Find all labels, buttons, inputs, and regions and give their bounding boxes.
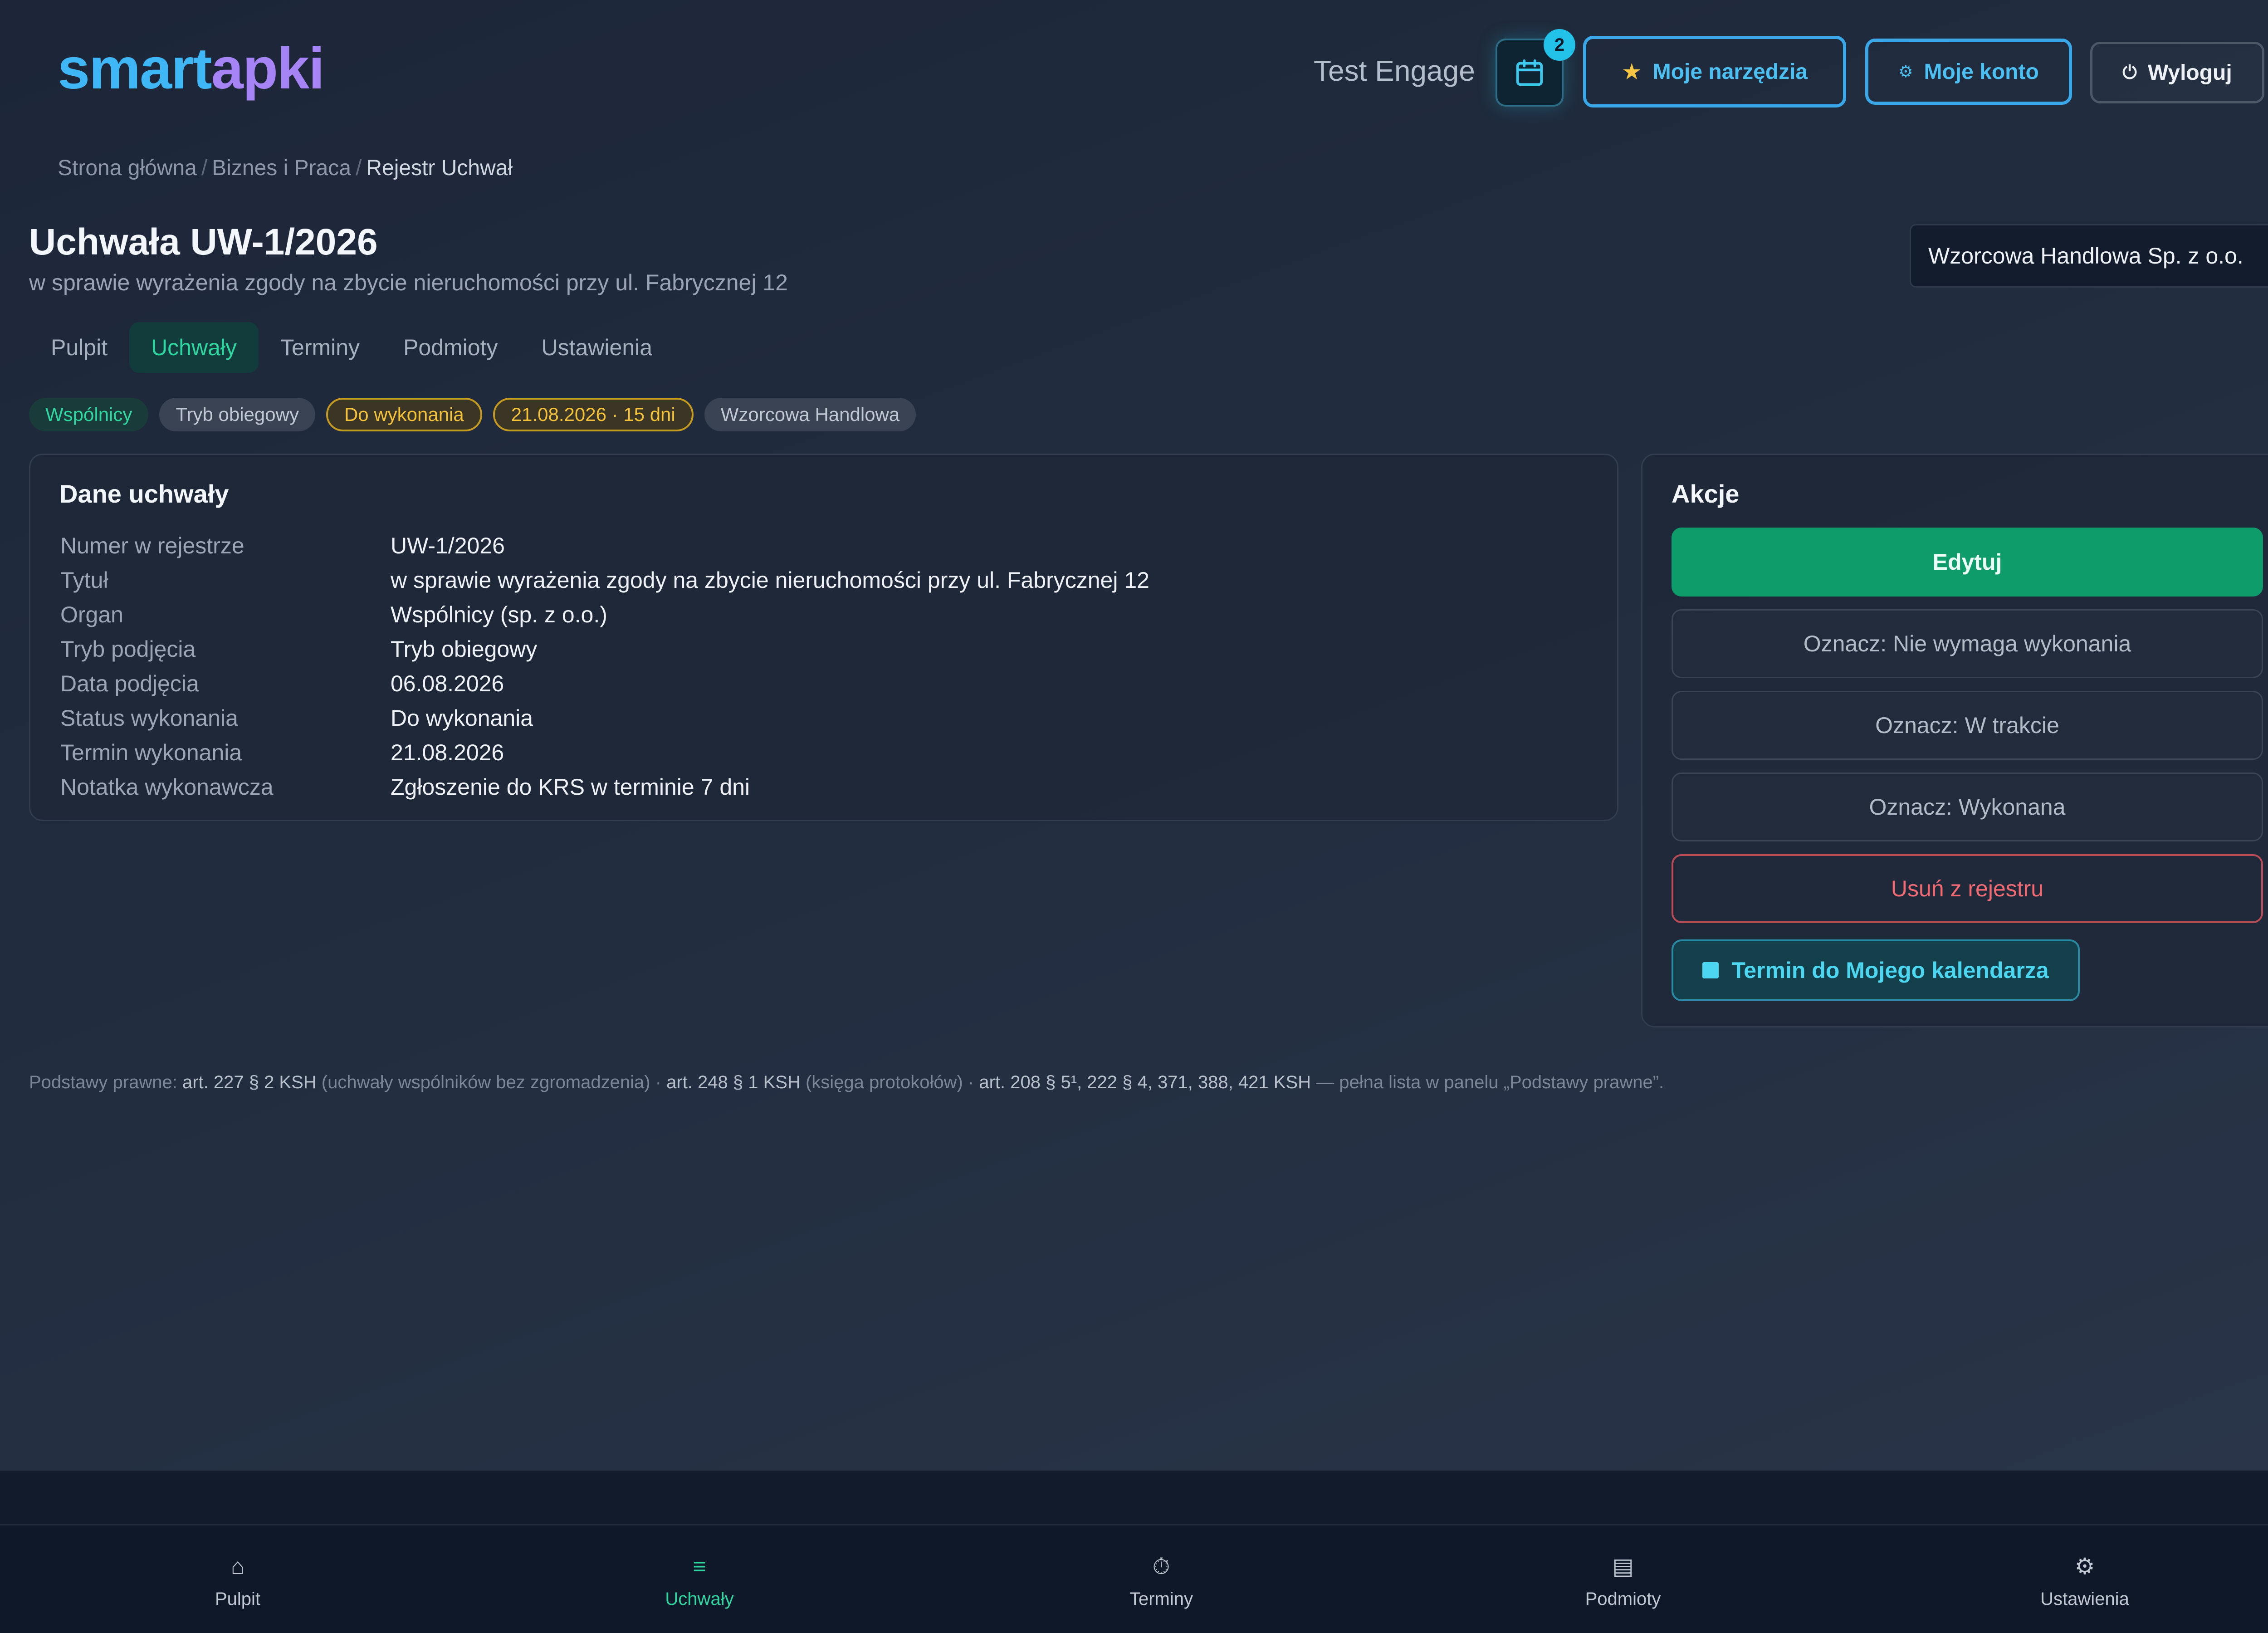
chip-deadline: 21.08.2026 · 15 dni bbox=[493, 398, 694, 431]
tab-uchwaly[interactable]: Uchwały bbox=[129, 322, 259, 373]
user-name: Test Engage bbox=[1314, 54, 1475, 87]
legal-note: (księga protokołów) · bbox=[800, 1072, 979, 1092]
actions-title: Akcje bbox=[1672, 479, 1740, 508]
bottom-nav: ⌂ Pulpit ≡ Uchwały ⏱ Terminy ▤ Podmioty … bbox=[0, 1524, 2268, 1633]
breadcrumb-separator: / bbox=[356, 156, 362, 180]
detail-value: Tryb obiegowy bbox=[391, 636, 538, 662]
chip-status: Do wykonania bbox=[326, 398, 482, 431]
breadcrumb: Strona główna / Biznes i Praca / Rejestr… bbox=[58, 157, 513, 179]
detail-value: 06.08.2026 bbox=[391, 671, 504, 696]
detail-row: Termin wykonania 21.08.2026 bbox=[60, 735, 1149, 770]
legal-note: — pełna lista w panelu „Podstawy prawne”… bbox=[1310, 1072, 1664, 1092]
star-icon: ★ bbox=[1621, 59, 1642, 84]
nav-item-uchwaly[interactable]: ≡ Uchwały bbox=[586, 1553, 813, 1609]
nav-item-podmioty[interactable]: ▤ Podmioty bbox=[1510, 1553, 1736, 1609]
page-subtitle: w sprawie wyrażenia zgody na zbycie nier… bbox=[29, 270, 788, 295]
detail-row: Organ Wspólnicy (sp. z o.o.) bbox=[60, 597, 1149, 632]
detail-value: Wspólnicy (sp. z o.o.) bbox=[391, 602, 607, 627]
detail-key: Organ bbox=[60, 602, 123, 627]
calendar-icon bbox=[1516, 59, 1543, 86]
detail-key: Notatka wykonawcza bbox=[60, 774, 274, 800]
nav-item-ustawienia[interactable]: ⚙ Ustawienia bbox=[1971, 1553, 2198, 1609]
nav-label: Pulpit bbox=[215, 1589, 261, 1609]
power-icon: ⏻ bbox=[2122, 62, 2137, 83]
stopwatch-icon: ⏱ bbox=[1152, 1553, 1170, 1579]
resolution-details-panel: Dane uchwały Numer w rejestrze UW-1/2026 … bbox=[29, 454, 1618, 821]
app-logo[interactable]: smartapki bbox=[58, 40, 325, 98]
nav-label: Podmioty bbox=[1585, 1589, 1661, 1609]
legal-article: art. 208 § 5¹, 222 § 4, 371, 388, 421 KS… bbox=[979, 1072, 1311, 1092]
logout-button[interactable]: ⏻ Wyloguj bbox=[2090, 42, 2264, 103]
mark-done-button[interactable]: Oznacz: Wykonana bbox=[1672, 772, 2263, 841]
footer-band bbox=[0, 1470, 2268, 1524]
legal-note: (uchwały wspólników bez zgromadzenia) · bbox=[316, 1072, 667, 1092]
detail-key: Numer w rejestrze bbox=[60, 533, 244, 558]
tab-pulpit[interactable]: Pulpit bbox=[29, 322, 129, 373]
detail-key: Termin wykonania bbox=[60, 740, 242, 765]
home-icon: ⌂ bbox=[230, 1554, 245, 1579]
logout-label: Wyloguj bbox=[2147, 60, 2232, 85]
detail-row: Status wykonania Do wykonania bbox=[60, 701, 1149, 735]
mark-not-required-button[interactable]: Oznacz: Nie wymaga wykonania bbox=[1672, 609, 2263, 678]
detail-value: UW-1/2026 bbox=[391, 533, 505, 558]
breadcrumb-home[interactable]: Strona główna bbox=[58, 157, 197, 179]
detail-value: Zgłoszenie do KRS w terminie 7 dni bbox=[391, 774, 750, 800]
detail-row: Data podjęcia 06.08.2026 bbox=[60, 666, 1149, 701]
detail-row: Tytuł w sprawie wyrażenia zgody na zbycie… bbox=[60, 563, 1149, 597]
legal-article: art. 227 § 2 KSH bbox=[182, 1072, 317, 1092]
delete-button[interactable]: Usuń z rejestru bbox=[1672, 854, 2263, 923]
breadcrumb-business[interactable]: Biznes i Praca bbox=[212, 157, 351, 179]
legal-article: art. 248 § 1 KSH bbox=[666, 1072, 801, 1092]
legal-basis-note: Podstawy prawne: art. 227 § 2 KSH (uchwa… bbox=[29, 1073, 1664, 1091]
detail-value: Do wykonania bbox=[391, 705, 533, 731]
list-icon: ≡ bbox=[693, 1554, 706, 1579]
add-to-calendar-label: Termin do Mojego kalendarza bbox=[1731, 958, 2049, 983]
my-tools-button[interactable]: ★ Moje narzędzia bbox=[1583, 36, 1846, 108]
nav-label: Uchwały bbox=[665, 1589, 734, 1609]
chip-organ: Wspólnicy bbox=[29, 398, 149, 431]
calendar-square-icon bbox=[1702, 962, 1719, 978]
building-icon: ▤ bbox=[1612, 1554, 1634, 1579]
detail-key: Tryb podjęcia bbox=[60, 636, 196, 662]
tab-podmioty[interactable]: Podmioty bbox=[381, 322, 519, 373]
my-tools-label: Moje narzędzia bbox=[1652, 59, 1808, 84]
calendar-badge: 2 bbox=[1544, 29, 1575, 61]
logo-part-apki: apki bbox=[211, 36, 325, 101]
tabs: Pulpit Uchwały Terminy Podmioty Ustawien… bbox=[29, 322, 674, 373]
detail-value: 21.08.2026 bbox=[391, 740, 504, 765]
tab-terminy[interactable]: Terminy bbox=[259, 322, 381, 373]
page-title: Uchwała UW-1/2026 bbox=[29, 221, 378, 263]
nav-label: Terminy bbox=[1129, 1589, 1193, 1609]
detail-row: Tryb podjęcia Tryb obiegowy bbox=[60, 632, 1149, 666]
detail-value: w sprawie wyrażenia zgody na zbycie nier… bbox=[391, 567, 1149, 593]
my-account-label: Moje konto bbox=[1924, 59, 2039, 84]
mark-in-progress-button[interactable]: Oznacz: W trakcie bbox=[1672, 691, 2263, 760]
detail-key: Tytuł bbox=[60, 567, 108, 593]
breadcrumb-separator: / bbox=[201, 156, 208, 180]
logo-part-smart: smart bbox=[58, 36, 212, 101]
legal-prefix: Podstawy prawne: bbox=[29, 1072, 182, 1092]
edit-button[interactable]: Edytuj bbox=[1672, 528, 2263, 596]
detail-key: Data podjęcia bbox=[60, 671, 199, 696]
detail-row: Notatka wykonawcza Zgłoszenie do KRS w te… bbox=[60, 770, 1149, 804]
details-title: Dane uchwały bbox=[59, 479, 229, 508]
my-account-button[interactable]: ⚙ Moje konto bbox=[1865, 39, 2072, 105]
gear-icon: ⚙ bbox=[2074, 1554, 2095, 1579]
breadcrumb-current: Rejestr Uchwał bbox=[366, 156, 513, 180]
tab-ustawienia[interactable]: Ustawienia bbox=[520, 322, 675, 373]
chip-entity: Wzorcowa Handlowa bbox=[704, 398, 916, 431]
chip-mode: Tryb obiegowy bbox=[159, 398, 315, 431]
nav-item-terminy[interactable]: ⏱ Terminy bbox=[1048, 1553, 1275, 1609]
nav-label: Ustawienia bbox=[2040, 1589, 2129, 1609]
details-list: Numer w rejestrze UW-1/2026 Tytuł w sprawi… bbox=[60, 528, 1149, 804]
gear-icon: ⚙ bbox=[1898, 62, 1913, 81]
actions-panel: Akcje Edytuj Oznacz: Nie wymaga wykonani… bbox=[1641, 454, 2268, 1027]
add-to-calendar-button[interactable]: Termin do Mojego kalendarza bbox=[1672, 939, 2080, 1001]
detail-row: Numer w rejestrze UW-1/2026 bbox=[60, 528, 1149, 563]
status-chips: Wspólnicy Tryb obiegowy Do wykonania 21.… bbox=[29, 398, 916, 431]
nav-item-pulpit[interactable]: ⌂ Pulpit bbox=[124, 1553, 351, 1609]
detail-key: Status wykonania bbox=[60, 705, 238, 731]
entity-select[interactable]: Wzorcowa Handlowa Sp. z o.o. bbox=[1910, 224, 2268, 288]
